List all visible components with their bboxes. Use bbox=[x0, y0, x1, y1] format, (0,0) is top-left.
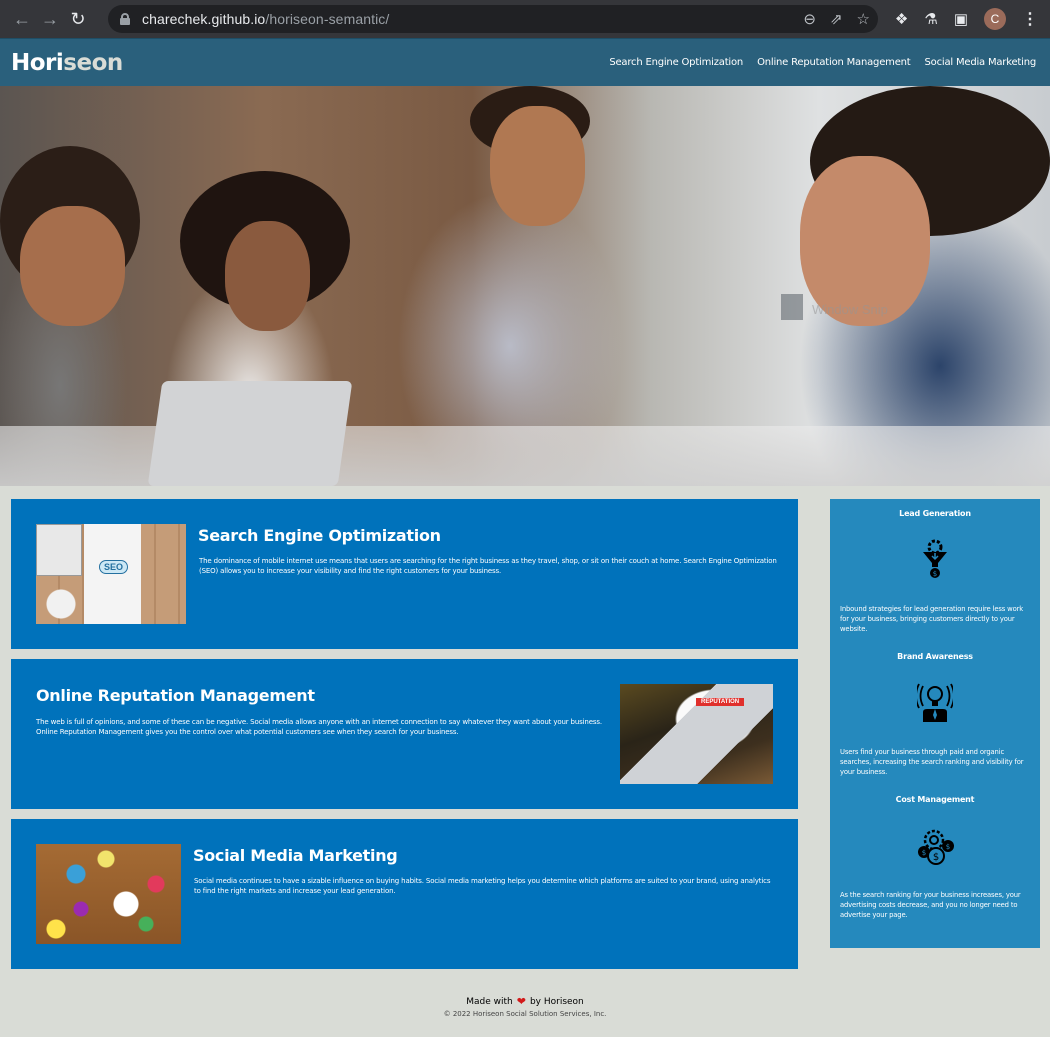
gear-coins-icon: $ $ $ bbox=[918, 829, 954, 865]
benefit-title: Cost Management bbox=[895, 795, 975, 804]
benefit-brand-awareness: Brand Awareness Users find your business… bbox=[830, 642, 1040, 785]
section-seo: Search Engine Optimization The dominance… bbox=[11, 499, 798, 649]
copyright: © 2022 Horiseon Social Solution Services… bbox=[443, 1010, 607, 1018]
labs-flask-icon[interactable]: ⚗ bbox=[924, 10, 937, 28]
hero-person-4-face bbox=[800, 156, 930, 326]
svg-text:$: $ bbox=[933, 570, 937, 578]
hero-person-3-face bbox=[490, 106, 585, 226]
window-snip-icon bbox=[781, 294, 803, 320]
hero-person-2-face bbox=[225, 221, 310, 331]
forward-icon[interactable]: → bbox=[36, 5, 64, 33]
hero-laptop bbox=[147, 381, 353, 486]
top-nav: Search Engine Optimization Online Reputa… bbox=[609, 57, 1036, 68]
benefit-title: Lead Generation bbox=[899, 509, 971, 518]
nav-link-orm[interactable]: Online Reputation Management bbox=[757, 57, 911, 68]
benefit-lead-generation: Lead Generation $ Inbound strategies for… bbox=[830, 499, 1040, 642]
bookmark-star-icon[interactable]: ☆ bbox=[857, 10, 870, 28]
window-snip-watermark: Window Snip bbox=[812, 302, 888, 317]
by-horiseon-text: by Horiseon bbox=[529, 996, 584, 1007]
smm-title: Social Media Marketing bbox=[193, 846, 398, 865]
menu-kebab-icon[interactable]: ⋮ bbox=[1022, 9, 1038, 29]
reload-icon[interactable]: ↻ bbox=[64, 5, 92, 33]
browser-toolbar: ← → ↻ charechek.github.io/horiseon-seman… bbox=[0, 0, 1050, 38]
svg-text:$: $ bbox=[946, 843, 950, 851]
svg-text:$: $ bbox=[922, 849, 926, 857]
zoom-out-icon[interactable]: ⊖ bbox=[803, 10, 816, 28]
benefits-sidebar: Lead Generation $ Inbound strategies for… bbox=[830, 499, 1040, 948]
smm-body: Social media continues to have a sizable… bbox=[194, 877, 771, 895]
smm-image bbox=[36, 844, 181, 944]
extensions-puzzle-icon[interactable]: ❖ bbox=[895, 10, 908, 28]
made-with-line: Made with ❤ by Horiseon bbox=[0, 995, 1050, 1008]
section-orm: Online Reputation Management The web is … bbox=[11, 659, 798, 809]
side-panel-icon[interactable]: ▣ bbox=[954, 10, 968, 28]
orm-title: Online Reputation Management bbox=[36, 686, 315, 705]
orm-image bbox=[620, 684, 773, 784]
site-footer: Made with ❤ by Horiseon © 2022 Horiseon … bbox=[0, 995, 1050, 1018]
seo-image bbox=[36, 524, 186, 624]
benefit-title: Brand Awareness bbox=[897, 652, 973, 661]
made-with-text: Made with bbox=[466, 996, 513, 1007]
logo: Horiseon bbox=[11, 50, 123, 76]
benefit-body: Inbound strategies for lead generation r… bbox=[840, 605, 1024, 633]
profile-avatar[interactable]: C bbox=[984, 8, 1006, 30]
back-icon[interactable]: ← bbox=[8, 5, 36, 33]
lock-icon[interactable] bbox=[120, 13, 130, 25]
url-text[interactable]: charechek.github.io/horiseon-semantic/ bbox=[142, 11, 389, 27]
address-bar[interactable]: charechek.github.io/horiseon-semantic/ ⊖… bbox=[108, 5, 878, 33]
lightbulb-broadcast-icon bbox=[917, 683, 953, 722]
url-path: /horiseon-semantic/ bbox=[265, 11, 390, 27]
benefit-body: Users find your business through paid an… bbox=[840, 748, 1024, 776]
main-content: Search Engine Optimization The dominance… bbox=[0, 486, 1050, 1018]
seo-title: Search Engine Optimization bbox=[198, 526, 441, 545]
url-host: charechek.github.io bbox=[142, 11, 266, 27]
section-smm: Social Media Marketing Social media cont… bbox=[11, 819, 798, 969]
benefit-body: As the search ranking for your business … bbox=[840, 891, 1021, 919]
svg-text:$: $ bbox=[933, 852, 939, 863]
nav-link-seo[interactable]: Search Engine Optimization bbox=[609, 57, 743, 68]
hero-image: Window Snip bbox=[0, 86, 1050, 486]
hero-person-1-face bbox=[20, 206, 125, 326]
seo-body: The dominance of mobile internet use mea… bbox=[199, 557, 777, 575]
benefit-cost-management: Cost Management $ $ $ As the search rank… bbox=[830, 785, 1040, 928]
orm-body: The web is full of opinions, and some of… bbox=[36, 718, 602, 736]
heart-icon: ❤ bbox=[516, 995, 526, 1008]
nav-link-smm[interactable]: Social Media Marketing bbox=[925, 57, 1037, 68]
site-header: Horiseon Search Engine Optimization Onli… bbox=[0, 38, 1050, 86]
lead-funnel-icon: $ bbox=[923, 539, 947, 578]
share-icon[interactable]: ⇗ bbox=[830, 10, 843, 28]
logo-part2: seon bbox=[63, 49, 123, 76]
logo-part1: Hori bbox=[11, 49, 64, 76]
